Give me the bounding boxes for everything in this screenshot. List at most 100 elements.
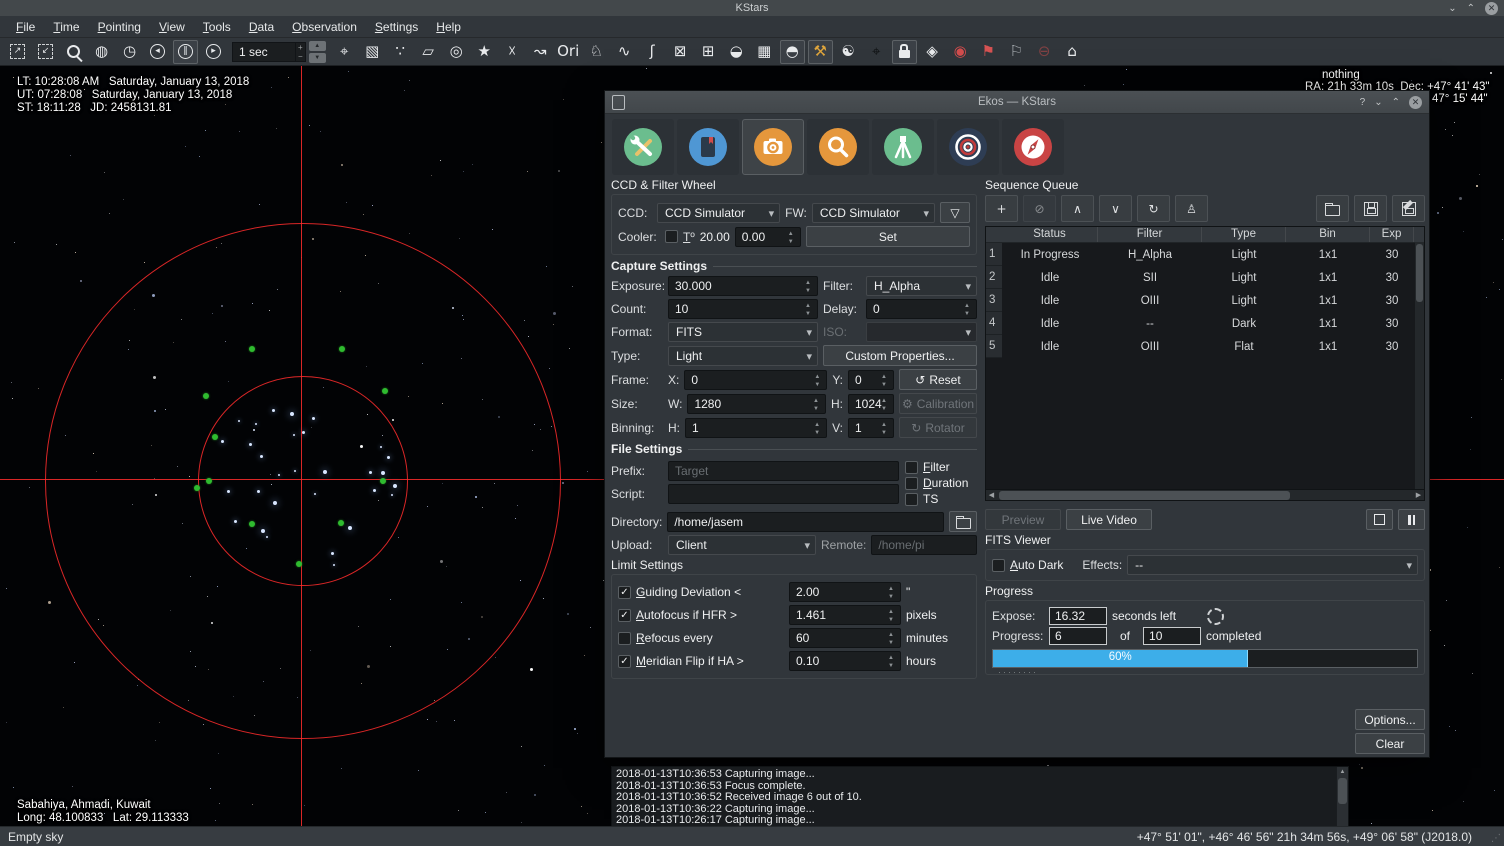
directory-input[interactable]: /home/jasem [667, 512, 944, 532]
zoom-out-icon[interactable]: ↙ [33, 40, 58, 64]
remove-job-button[interactable]: ⊘ [1023, 195, 1056, 222]
horizon-icon[interactable]: ◒ [724, 40, 749, 64]
menu-item[interactable]: Data [241, 17, 282, 37]
exposure-spin[interactable]: 30.000 [668, 276, 818, 296]
main-titlebar[interactable]: KStars ⌄ ⌃ ✕ [0, 0, 1504, 16]
marker-tool-icon[interactable]: ⚒ [808, 40, 833, 64]
menu-item[interactable]: Time [45, 17, 87, 37]
options-button[interactable]: Options... [1355, 709, 1425, 730]
script-input[interactable] [668, 484, 899, 504]
menu-item[interactable]: Pointing [90, 17, 149, 37]
preview-button[interactable]: Preview [985, 509, 1061, 530]
limit-checkbox[interactable] [618, 632, 631, 645]
duration-suffix-checkbox[interactable] [905, 477, 918, 490]
table-horizontal-scrollbar[interactable]: ◀ ▶ [985, 490, 1425, 501]
sequence-job-row[interactable]: 4 Idle -- Dark 1x1 30 [986, 312, 1424, 335]
time-step-value[interactable]: 1 sec [232, 42, 296, 62]
constellation-lines-icon[interactable]: ☓ [500, 40, 525, 64]
help-icon[interactable]: ? [1360, 97, 1366, 108]
flag-gray-icon[interactable]: ⚐ [1004, 40, 1029, 64]
set-temperature-button[interactable]: Set [806, 226, 970, 247]
constellation-art-alt-icon[interactable]: ∿ [612, 40, 637, 64]
geographic-location-icon[interactable]: ◍ [89, 40, 114, 64]
clear-button[interactable]: Clear [1355, 733, 1425, 754]
count-spin[interactable]: 10 [668, 299, 818, 319]
tab-align[interactable] [1002, 119, 1064, 175]
filter-suffix-checkbox[interactable] [905, 461, 918, 474]
limit-checkbox[interactable] [618, 655, 631, 668]
browse-directory-button[interactable] [949, 511, 977, 532]
constellation-names-icon[interactable]: Ori [556, 40, 581, 64]
menu-item[interactable]: Observation [284, 17, 365, 37]
constellation-boundaries-icon[interactable]: ⊠ [668, 40, 693, 64]
object-list-icon[interactable]: ▦ [752, 40, 777, 64]
save-sequence-button[interactable] [1354, 195, 1387, 222]
dialog-minimize-icon[interactable]: ⌄ [1374, 97, 1382, 108]
close-icon[interactable]: ✕ [1485, 2, 1498, 15]
sequence-job-row[interactable]: 5 Idle OIII Flat 1x1 30 [986, 335, 1424, 358]
reset-jobs-button[interactable]: ↻ [1137, 195, 1170, 222]
fov-symbol-icon[interactable]: ▱ [416, 40, 441, 64]
cooler-checkbox[interactable] [665, 230, 678, 243]
stop-sequence-button[interactable] [1366, 509, 1393, 530]
menu-item[interactable]: Settings [367, 17, 426, 37]
sequence-job-row[interactable]: 2 Idle SII Light 1x1 30 [986, 266, 1424, 289]
bright-star-icon[interactable]: ★ [472, 40, 497, 64]
tab-guide[interactable] [937, 119, 999, 175]
limit-value-spin[interactable]: 2.00 [789, 582, 901, 602]
add-job-button[interactable]: + [985, 195, 1018, 222]
ekos-titlebar[interactable]: Ekos — KStars ? ⌄ ⌃ ✕ [605, 91, 1429, 114]
remote-input[interactable]: /home/pi [878, 538, 924, 552]
move-job-up-button[interactable]: ∧ [1061, 195, 1094, 222]
live-video-button[interactable]: Live Video [1066, 509, 1152, 530]
device-manager-icon[interactable]: ◓ [780, 40, 805, 64]
minimize-icon[interactable]: ⌄ [1448, 3, 1456, 14]
milky-way-icon[interactable]: ʃ [640, 40, 665, 64]
equatorial-grid-icon[interactable]: ⊞ [696, 40, 721, 64]
pause-clock-icon[interactable]: ‖ [173, 40, 198, 64]
tab-capture[interactable] [742, 119, 804, 175]
time-step-arrows[interactable]: ▲▼ [309, 41, 326, 63]
frame-x-spin[interactable]: 0 [684, 370, 827, 390]
dialog-maximize-icon[interactable]: ⌃ [1392, 97, 1400, 108]
iso-select[interactable] [866, 322, 977, 342]
ts-suffix-checkbox[interactable] [905, 493, 918, 506]
zoom-in-icon[interactable]: ↗ [5, 40, 30, 64]
center-telescope-icon[interactable]: ⌖ [864, 40, 889, 64]
abort-icon[interactable]: ⊖ [1032, 40, 1057, 64]
sequence-job-row[interactable]: 3 Idle OIII Light 1x1 30 [986, 289, 1424, 312]
supernovae-icon[interactable]: ☯ [836, 40, 861, 64]
splitter-handle[interactable]: ········ [605, 667, 1431, 677]
effects-select[interactable]: -- [1127, 555, 1418, 575]
record-icon[interactable]: ◉ [948, 40, 973, 64]
size-h-spin[interactable]: 1024 [848, 394, 894, 414]
type-select[interactable]: Light [668, 346, 818, 366]
observer-button[interactable]: ♙ [1175, 195, 1208, 222]
snapshot-icon[interactable]: ◈ [920, 40, 945, 64]
limit-value-spin[interactable]: 60 [789, 628, 901, 648]
resize-grip[interactable]: ⋰ [1491, 833, 1501, 844]
calibration-button[interactable]: ⚙Calibration [899, 393, 977, 414]
sequence-job-row[interactable]: 1 In Progress H_Alpha Light 1x1 30 [986, 243, 1424, 266]
menu-item[interactable]: File [8, 17, 43, 37]
auto-dark-checkbox[interactable] [992, 559, 1005, 572]
tab-mount[interactable] [872, 119, 934, 175]
temperature-target-spin[interactable]: 0.00 [735, 227, 801, 247]
frame-y-spin[interactable]: 0 [848, 370, 894, 390]
bin-h-spin[interactable]: 1 [685, 418, 827, 438]
show-stars-icon[interactable]: ∵ [388, 40, 413, 64]
sequence-table[interactable]: Status Filter Type Bin Exp 1 In Progress… [985, 226, 1425, 490]
maximize-icon[interactable]: ⌃ [1467, 3, 1475, 14]
format-select[interactable]: FITS [668, 322, 818, 342]
set-time-icon[interactable]: ◷ [117, 40, 142, 64]
open-sequence-button[interactable] [1316, 195, 1349, 222]
menu-item[interactable]: View [151, 17, 193, 37]
time-step-plusminus[interactable]: +− [296, 42, 306, 62]
sky-image-icon[interactable]: ▧ [360, 40, 385, 64]
fw-select[interactable]: CCD Simulator [812, 203, 935, 223]
constellation-art-icon[interactable]: ♘ [584, 40, 609, 64]
reset-frame-button[interactable]: ↺Reset [899, 369, 977, 390]
delay-spin[interactable]: 0 [866, 299, 977, 319]
step-forward-icon[interactable]: ▸ [201, 40, 226, 64]
lock-icon[interactable] [892, 40, 917, 64]
